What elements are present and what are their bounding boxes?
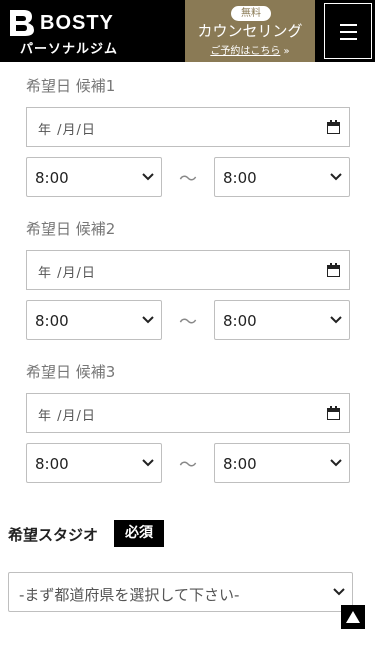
candidate-3-start-time-select[interactable]: 8:00 <box>26 443 162 483</box>
select-value: 8:00 <box>35 455 69 473</box>
date-placeholder: 年 /月/日 <box>38 409 96 424</box>
calendar-icon[interactable] <box>327 263 340 277</box>
candidate-2-end-time-select[interactable]: 8:00 <box>214 300 350 340</box>
logo-text: BOSTY <box>40 12 114 34</box>
select-value: 8:00 <box>35 312 69 330</box>
range-separator: 〜 <box>179 312 197 333</box>
candidate-3-label: 希望日 候補3 <box>26 363 116 381</box>
counseling-title: カウンセリング <box>197 22 303 40</box>
chevron-down-icon <box>330 459 342 467</box>
candidate-1-start-time-select[interactable]: 8:00 <box>26 157 162 197</box>
candidate-3-date-input[interactable]: 年 /月/日 <box>26 393 350 433</box>
candidate-1-date-input[interactable]: 年 /月/日 <box>26 107 350 147</box>
date-placeholder: 年 /月/日 <box>38 123 96 138</box>
candidate-2-start-time-select[interactable]: 8:00 <box>26 300 162 340</box>
select-value: 8:00 <box>223 169 257 187</box>
reservation-link-text: ご予約はこちら <box>210 46 281 57</box>
chevron-down-icon <box>142 316 154 324</box>
free-badge: 無料 <box>231 6 271 21</box>
triangle-up-icon <box>346 611 360 623</box>
candidate-2-date-input[interactable]: 年 /月/日 <box>26 250 350 290</box>
candidate-3-end-time-select[interactable]: 8:00 <box>214 443 350 483</box>
studio-label: 希望スタジオ <box>8 526 99 544</box>
site-header: BOSTY パーソナルジム 無料 カウンセリング ご予約はこちら » <box>0 0 375 62</box>
select-value: 8:00 <box>223 455 257 473</box>
range-separator: 〜 <box>179 169 197 190</box>
calendar-icon[interactable] <box>327 406 340 420</box>
select-value: -まず都道府県を選択して下さい- <box>19 586 240 604</box>
chevron-down-icon <box>333 588 345 596</box>
prefecture-select[interactable]: -まず都道府県を選択して下さい- <box>8 572 353 612</box>
reservation-link: ご予約はこちら » <box>185 42 315 57</box>
page-top-button[interactable] <box>341 605 365 629</box>
double-chevron-right-icon: » <box>283 46 290 57</box>
required-badge: 必須 <box>114 520 164 547</box>
calendar-icon[interactable] <box>327 120 340 134</box>
candidate-1-end-time-select[interactable]: 8:00 <box>214 157 350 197</box>
chevron-down-icon <box>142 173 154 181</box>
date-placeholder: 年 /月/日 <box>38 266 96 281</box>
chevron-down-icon <box>330 316 342 324</box>
select-value: 8:00 <box>223 312 257 330</box>
select-value: 8:00 <box>35 169 69 187</box>
candidate-2-label: 希望日 候補2 <box>26 220 116 238</box>
range-separator: 〜 <box>179 455 197 476</box>
candidate-1-label: 希望日 候補1 <box>26 77 116 95</box>
bosty-logo[interactable]: BOSTY パーソナルジム <box>6 6 126 57</box>
logo-subtitle: パーソナルジム <box>20 42 119 57</box>
bosty-logo-mark-icon <box>10 10 34 36</box>
menu-button[interactable] <box>324 3 372 59</box>
free-counseling-button[interactable]: 無料 カウンセリング ご予約はこちら » <box>185 0 315 62</box>
chevron-down-icon <box>330 173 342 181</box>
chevron-down-icon <box>142 459 154 467</box>
